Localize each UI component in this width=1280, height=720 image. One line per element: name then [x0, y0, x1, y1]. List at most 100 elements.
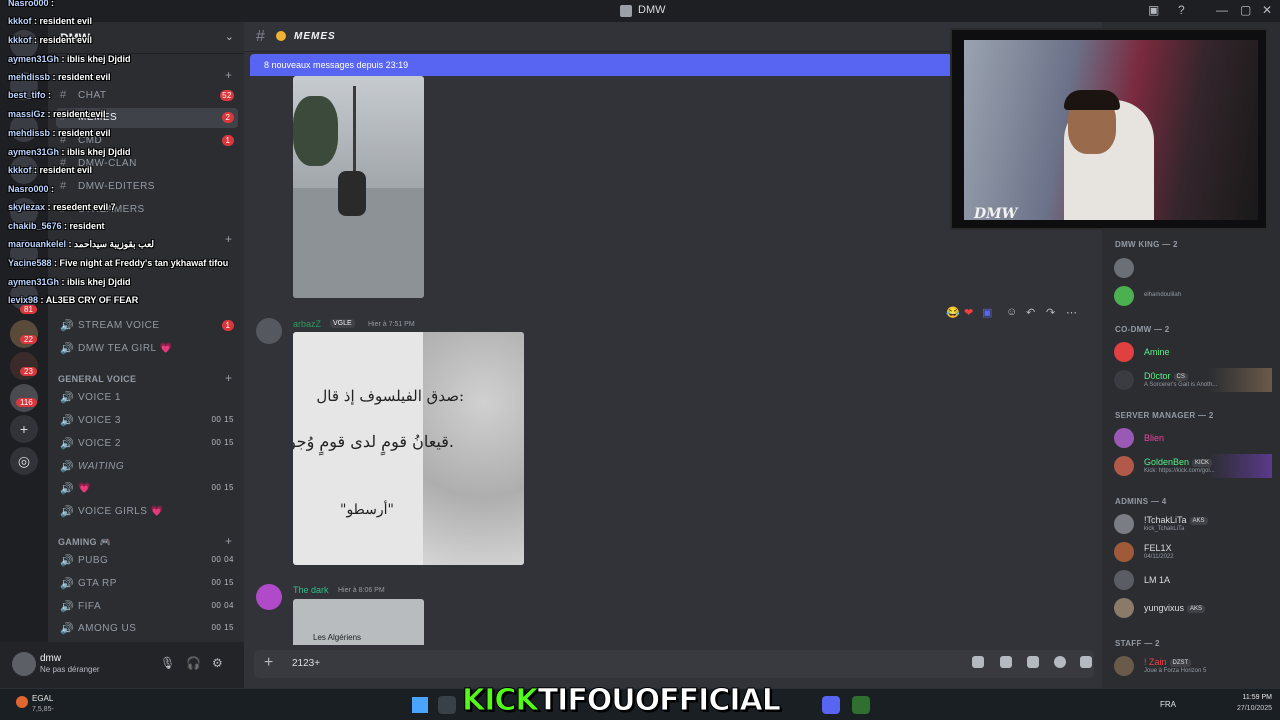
member-item[interactable]: D0ctor CS A Sorcerer's Gait is Anoth...	[1112, 368, 1272, 392]
avatar[interactable]	[12, 652, 36, 676]
member-item[interactable]: ! Zain DZST Joue à Forza Horizon 5	[1112, 654, 1272, 678]
new-messages-banner[interactable]: 8 nouveaux messages depuis 23:19	[250, 54, 952, 76]
member-item[interactable]: elhamdoulilah	[1112, 284, 1272, 308]
category-general-voice[interactable]: GENERAL VOICE	[58, 374, 136, 384]
language-indicator[interactable]: FRA	[1160, 700, 1176, 709]
unread-badge: 52	[220, 90, 234, 101]
channel-cmd[interactable]: # CMD 1	[56, 131, 238, 151]
heart-icon[interactable]: ❤	[964, 306, 973, 319]
avatar[interactable]	[256, 584, 282, 610]
gift-icon[interactable]	[972, 656, 984, 668]
speaker-icon: 🔊	[60, 601, 75, 613]
voice-channel[interactable]: 🔊 💗 00 15	[56, 479, 238, 499]
message-author[interactable]: arbazZ	[293, 319, 321, 329]
voice-channel[interactable]: 🔊 WAITING	[56, 457, 238, 477]
server-icon[interactable]	[10, 198, 38, 226]
chevron-down-icon[interactable]: ⌄	[225, 30, 234, 43]
voice-channel[interactable]: 🔊 AMONG US 00 15	[56, 619, 238, 639]
avatar	[1114, 286, 1134, 306]
avatar	[1114, 598, 1134, 618]
server-icon[interactable]	[10, 114, 38, 142]
voice-stream-voice[interactable]: 🔊 STREAM VOICE 1	[56, 316, 238, 336]
member-item[interactable]: yungvixus AKS	[1112, 596, 1272, 620]
channel-dmw-clan[interactable]: # DMW-CLAN	[56, 154, 238, 174]
member-item[interactable]: Blien	[1112, 426, 1272, 450]
add-channel-icon[interactable]: +	[225, 232, 232, 246]
avatar[interactable]	[256, 318, 282, 344]
attachment-video[interactable]: Les Algériens	[293, 599, 424, 645]
voice-channel[interactable]: 🔊 VOICE 1	[56, 388, 238, 408]
laugh-emoji-icon[interactable]: 😂	[946, 306, 960, 319]
voice-tea-girl[interactable]: 🔊 DMW TEA GIRL 💗	[56, 339, 238, 359]
message-composer[interactable]: + 2123+	[254, 650, 1094, 678]
weather-icon[interactable]	[16, 696, 28, 708]
sticker-icon[interactable]	[1027, 656, 1039, 668]
more-icon[interactable]: ⋯	[1066, 306, 1077, 319]
clock-time[interactable]: 11:59 PM	[1228, 694, 1272, 701]
voice-channel[interactable]: 🔊 VOICE GIRLS 💗	[56, 502, 238, 522]
channel-memes[interactable]: # MEMES 2	[56, 108, 238, 128]
voice-channel[interactable]: 🔊 FIFA 00 04	[56, 597, 238, 617]
member-group-title: SERVER MANAGER — 2	[1115, 411, 1214, 420]
apps-icon[interactable]	[1080, 656, 1092, 668]
add-channel-icon[interactable]: +	[225, 68, 232, 82]
member-group-title: ADMINS — 4	[1115, 497, 1167, 506]
inbox-icon[interactable]: ▣	[1148, 3, 1159, 17]
attachment-video[interactable]	[293, 76, 424, 298]
user-limit: 00 15	[211, 623, 234, 632]
microphone-icon[interactable]: 🎙	[160, 656, 175, 670]
server-icon[interactable]	[10, 156, 38, 184]
attachment-image[interactable]: صدق الفيلسوف إذ قال: قيعانُ قومٍ لدى قوم…	[293, 332, 524, 565]
help-icon[interactable]: ?	[1178, 3, 1185, 17]
app-root: DMW ▣ ? — ▢ ✕ 81 22 23 116 + ◎ DMW ⌄ + #	[0, 0, 1280, 720]
server-header[interactable]: DMW ⌄	[48, 22, 244, 54]
voice-channel[interactable]: 🔊 VOICE 2 00 15	[56, 434, 238, 454]
server-icon[interactable]	[10, 240, 38, 268]
channel-chat[interactable]: # CHAT 52	[56, 86, 238, 106]
channel-streamers[interactable]: # STREAMERS	[56, 200, 238, 220]
user-limit: 00 04	[211, 601, 234, 610]
hash-icon: #	[60, 180, 67, 192]
weather-subtext: 7,5,85-	[32, 706, 54, 713]
windows-start-icon[interactable]	[412, 697, 428, 713]
server-icon[interactable]	[10, 30, 38, 58]
minimize-button[interactable]: —	[1216, 3, 1228, 17]
close-button[interactable]: ✕	[1262, 3, 1272, 17]
member-item[interactable]: LM 1A	[1112, 568, 1272, 592]
member-item[interactable]: FEL1X 04/11/2022	[1112, 540, 1272, 564]
channel-sidebar: DMW ⌄ + # CHAT 52 # MEMES 2 # CMD 1 # DM…	[48, 22, 244, 642]
avatar	[1114, 656, 1134, 676]
voice-channel[interactable]: 🔊 GTA RP 00 15	[56, 574, 238, 594]
message-author[interactable]: The dark	[293, 585, 329, 595]
voice-channel[interactable]: 🔊 VOICE 3 00 15	[56, 411, 238, 431]
reply-icon[interactable]: ↶	[1026, 306, 1035, 319]
composer-input[interactable]: 2123+	[292, 658, 320, 669]
headphones-icon[interactable]: 🎧	[186, 656, 201, 670]
forward-icon[interactable]: ↷	[1046, 306, 1055, 319]
member-item[interactable]	[1112, 256, 1272, 280]
w-emoji-icon[interactable]: ▣	[982, 306, 992, 319]
channel-dmw-editers[interactable]: # DMW-EDITERS	[56, 177, 238, 197]
clock-date: 27/10/2025	[1236, 705, 1272, 712]
server-icon[interactable]	[10, 72, 38, 100]
discord-taskbar-icon[interactable]	[822, 696, 840, 714]
emoji-icon[interactable]	[1054, 656, 1066, 668]
explore-icon[interactable]: ◎	[10, 447, 38, 475]
gif-icon[interactable]	[1000, 656, 1012, 668]
add-channel-icon[interactable]: +	[225, 534, 232, 548]
add-reaction-icon[interactable]: ☺	[1006, 306, 1017, 318]
add-attachment-icon[interactable]: +	[264, 654, 273, 672]
member-item[interactable]: Amine	[1112, 340, 1272, 364]
category-gaming[interactable]: GAMING 🎮	[58, 537, 111, 548]
kick-taskbar-icon[interactable]	[852, 696, 870, 714]
add-server-icon[interactable]: +	[10, 415, 38, 443]
voice-channel[interactable]: 🔊 PUBG 00 04	[56, 551, 238, 571]
member-item[interactable]: !TchakLiTa AKS kick_TchakLiTa	[1112, 512, 1272, 536]
user-limit: 00 15	[211, 483, 234, 492]
maximize-button[interactable]: ▢	[1240, 3, 1251, 17]
search-icon[interactable]	[438, 696, 456, 714]
add-channel-icon[interactable]: +	[225, 371, 232, 385]
gear-icon[interactable]: ⚙	[212, 656, 223, 670]
member-item[interactable]: GoldenBen KICK Kick: https://kick.com/gol…	[1112, 454, 1272, 478]
user-panel: dmw Ne pas déranger 🎙 🎧 ⚙	[0, 642, 244, 688]
